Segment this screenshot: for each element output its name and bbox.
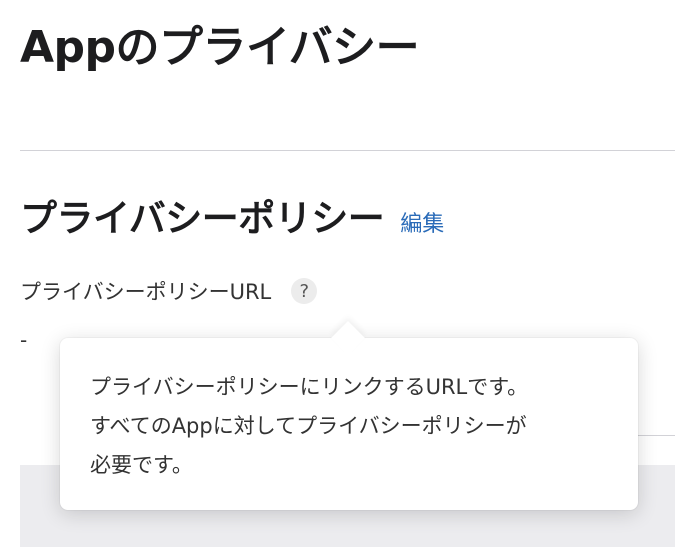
privacy-policy-url-label: プライバシーポリシーURL — [20, 280, 272, 304]
help-tooltip: プライバシーポリシーにリンクするURLです。 すべてのAppに対してプライバシー… — [60, 321, 638, 510]
tooltip-line: プライバシーポリシーにリンクするURLです。 — [90, 375, 529, 399]
privacy-policy-section-header: プライバシーポリシー 編集 — [20, 188, 444, 242]
privacy-policy-url-value: - — [20, 328, 28, 352]
help-icon[interactable]: ? — [291, 278, 318, 304]
header-divider — [20, 150, 675, 151]
tooltip-arrow — [331, 321, 365, 355]
tooltip-line: 必要です。 — [90, 453, 193, 477]
page-title: Appのプライバシー — [20, 22, 420, 73]
edit-link[interactable]: 編集 — [400, 206, 444, 238]
tooltip-line: すべてのAppに対してプライバシーポリシーが — [90, 414, 527, 438]
tooltip-text: プライバシーポリシーにリンクするURLです。 すべてのAppに対してプライバシー… — [90, 368, 610, 485]
section-title: プライバシーポリシー — [20, 197, 385, 240]
privacy-policy-url-label-row: プライバシーポリシーURL ? — [20, 276, 318, 306]
